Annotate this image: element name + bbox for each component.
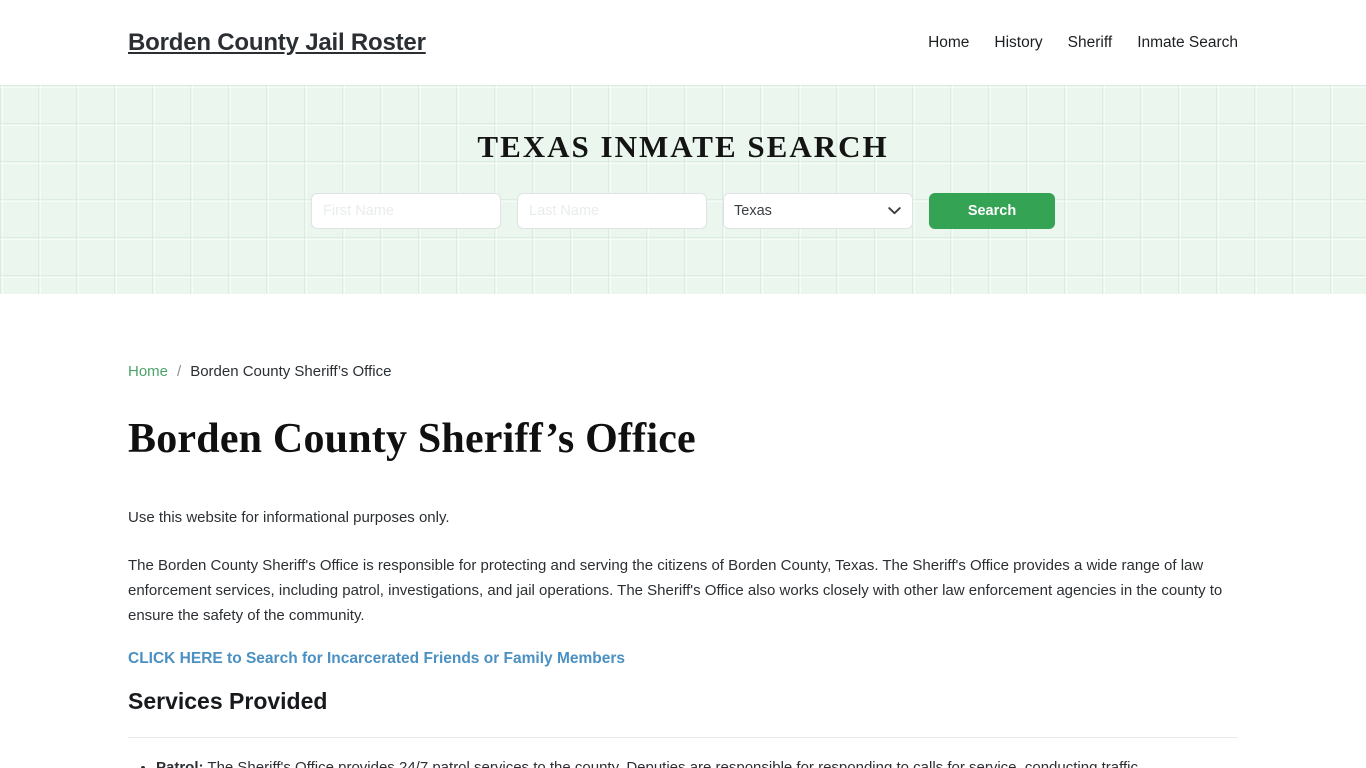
breadcrumb-separator: /: [177, 363, 182, 380]
hero-search-banner: TEXAS INMATE SEARCH Texas Search: [0, 85, 1366, 294]
nav-item-sheriff[interactable]: Sheriff: [1068, 34, 1113, 52]
lead-paragraph: Use this website for informational purpo…: [128, 509, 450, 527]
state-select[interactable]: Texas: [723, 193, 913, 229]
nav-item-home[interactable]: Home: [928, 34, 969, 52]
inmate-search-cta-link[interactable]: CLICK HERE to Search for Incarcerated Fr…: [128, 650, 625, 668]
body-paragraph: The Borden County Sheriff's Office is re…: [128, 556, 1223, 625]
breadcrumb: Home / Borden County Sheriff’s Office: [128, 363, 1238, 380]
breadcrumb-item-home[interactable]: Home: [128, 363, 168, 380]
main-navigation: Home History Sheriff Inmate Search: [928, 34, 1238, 52]
state-select-wrapper: Texas: [723, 193, 913, 229]
services-section-title: Services Provided: [128, 688, 328, 715]
nav-item-history[interactable]: History: [994, 34, 1042, 52]
last-name-input[interactable]: [517, 193, 707, 229]
services-list: Patrol: The Sheriff's Office provides 24…: [128, 756, 1238, 768]
hero-title: TEXAS INMATE SEARCH: [477, 129, 889, 164]
page-main: Home / Borden County Sheriff’s Office Bo…: [0, 363, 1366, 768]
list-item: Patrol: The Sheriff's Office provides 24…: [156, 756, 1238, 768]
nav-item-inmate-search[interactable]: Inmate Search: [1137, 34, 1238, 52]
service-description: The Sheriff's Office provides 24/7 patro…: [203, 759, 1138, 768]
search-button[interactable]: Search: [929, 193, 1055, 229]
service-name: Patrol:: [156, 759, 204, 768]
first-name-input[interactable]: [311, 193, 501, 229]
page-title: Borden County Sheriff’s Office: [128, 416, 696, 462]
breadcrumb-item-current: Borden County Sheriff’s Office: [190, 363, 392, 380]
section-divider: [128, 737, 1238, 739]
inmate-search-form: Texas Search: [311, 193, 1055, 229]
site-header: Borden County Jail Roster Home History S…: [0, 0, 1366, 85]
site-brand[interactable]: Borden County Jail Roster: [128, 29, 426, 57]
